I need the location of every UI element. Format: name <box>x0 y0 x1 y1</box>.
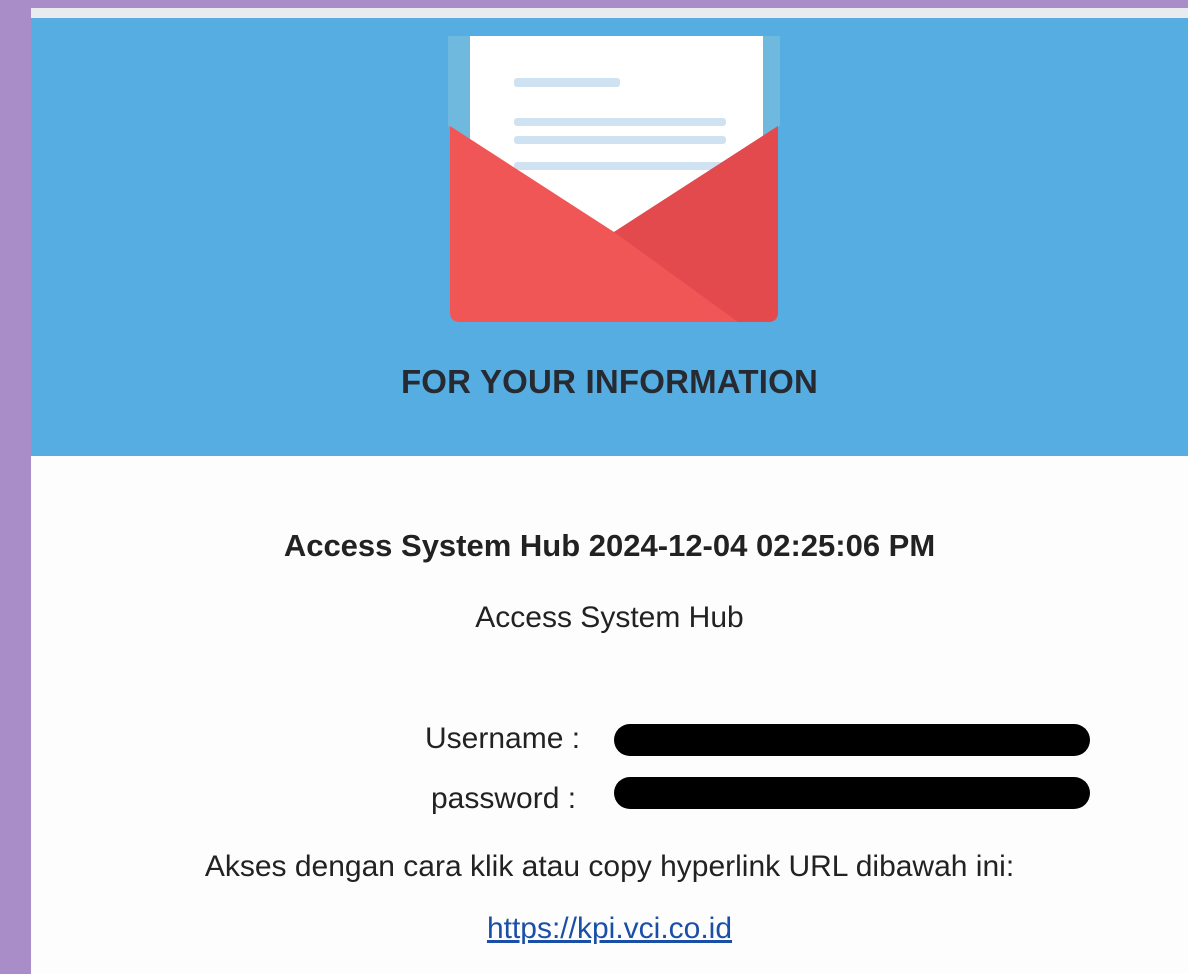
page: FOR YOUR INFORMATION Access System Hub 2… <box>0 0 1188 974</box>
message-title: Access System Hub 2024-12-04 02:25:06 PM <box>283 528 936 563</box>
top-shade <box>31 8 1188 18</box>
username-redaction <box>614 724 1090 756</box>
email-message: FOR YOUR INFORMATION Access System Hub 2… <box>31 8 1188 974</box>
header-banner: FOR YOUR INFORMATION <box>31 18 1188 456</box>
password-redaction <box>614 777 1090 809</box>
username-label: Username : <box>425 722 581 755</box>
message-subtitle: Access System Hub <box>475 601 744 634</box>
message-body: Access System Hub 2024-12-04 02:25:06 PM… <box>31 456 1188 974</box>
password-label: password : <box>431 782 577 815</box>
open-envelope-icon <box>448 36 780 322</box>
header-title: FOR YOUR INFORMATION <box>400 363 819 400</box>
access-link[interactable]: https://kpi.vci.co.id <box>487 912 732 945</box>
access-instruction: Akses dengan cara klik atau copy hyperli… <box>204 850 1015 883</box>
access-link-line: https://kpi.vci.co.id <box>31 912 1188 946</box>
